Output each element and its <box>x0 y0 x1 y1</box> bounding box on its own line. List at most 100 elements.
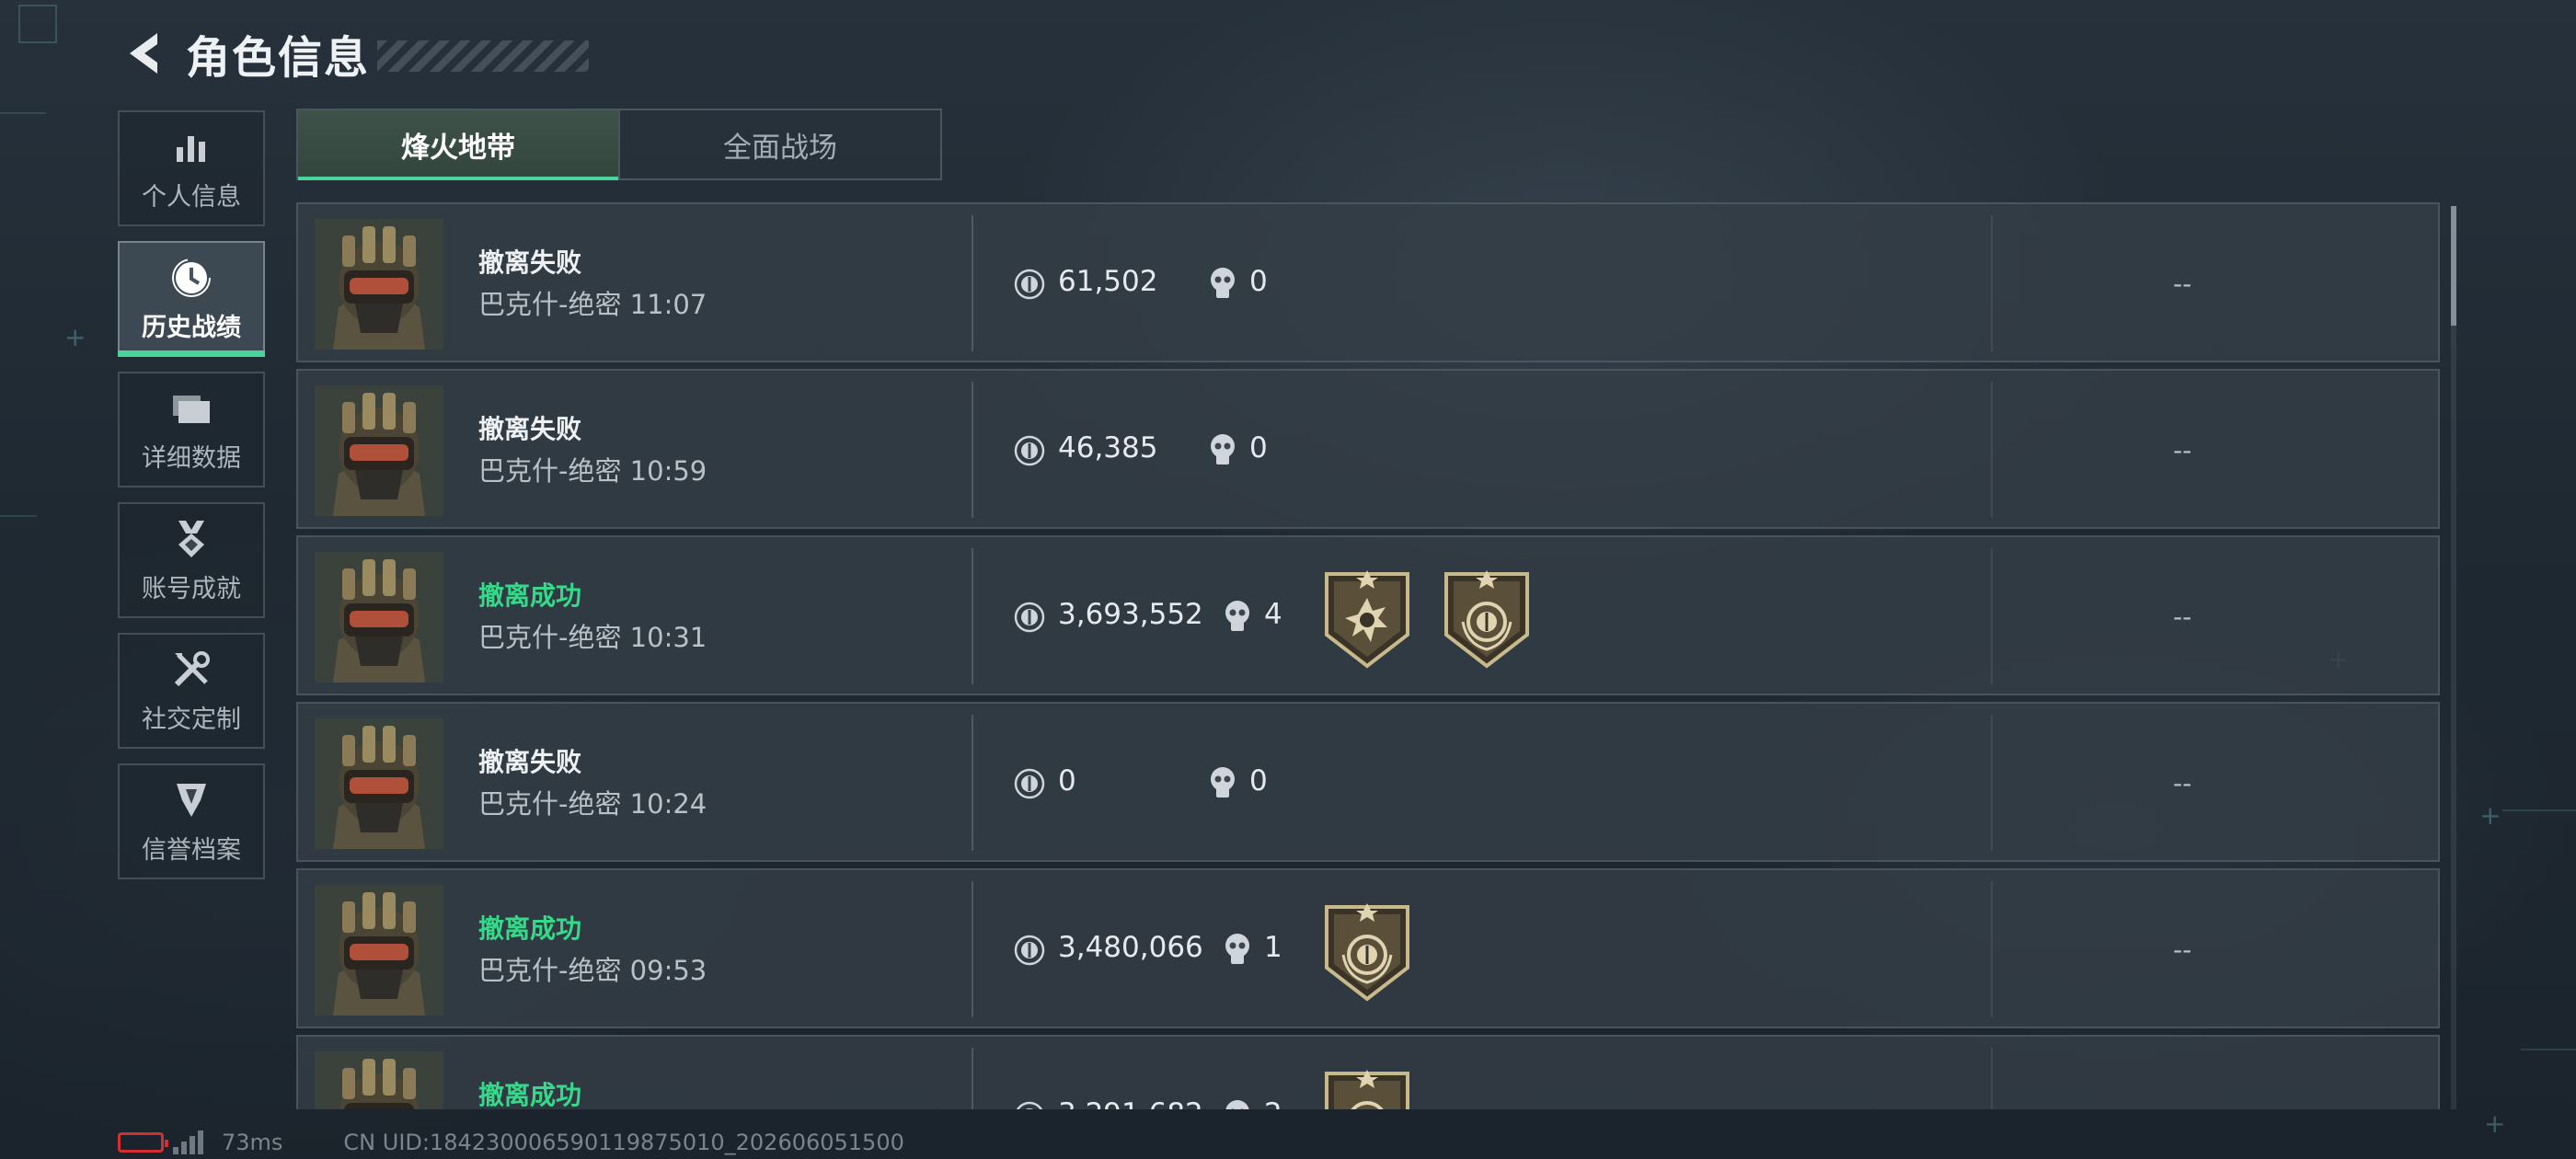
sidebar-item-label: 社交定制 <box>142 705 241 734</box>
divider <box>1991 1048 1993 1109</box>
sidebar-item-label: 信誉档案 <box>142 835 241 865</box>
operator-avatar <box>315 385 443 516</box>
extraction-value: 3,291,682 <box>1058 1097 1203 1109</box>
match-row[interactable]: 撤离成功 巴克什-绝密 10:31 3,693,552 4 -- <box>296 535 2440 695</box>
extraction-value: 61,502 <box>1058 265 1158 298</box>
mode-tabs: 烽火地带 全面战场 <box>296 109 942 180</box>
extra-stat: -- <box>2173 602 2192 632</box>
tab-hazard-zone[interactable]: 烽火地带 <box>298 110 618 180</box>
extraction-result: 撤离失败 <box>478 747 582 777</box>
match-history-list: 撤离失败 巴克什-绝密 11:07 61,502 0 -- 撤离失败 巴克什-绝… <box>296 202 2440 1109</box>
kill-count: 1 <box>1264 931 1282 964</box>
value-coin-icon <box>1014 269 1045 300</box>
operator-avatar <box>315 885 443 1016</box>
map-and-time: 巴克什-绝密 10:59 <box>478 455 707 487</box>
sidebar-item-reputation[interactable]: 信誉档案 <box>118 763 265 879</box>
value-coin-icon <box>1016 1101 1043 1109</box>
extraction-result: 撤离失败 <box>478 247 582 278</box>
medal-icon <box>169 517 213 561</box>
scroll-thumb[interactable] <box>2451 206 2456 326</box>
extraction-result: 撤离成功 <box>478 1080 582 1109</box>
operator-avatar <box>315 718 443 849</box>
map-and-time: 巴克什-绝密 10:31 <box>478 622 707 653</box>
operator-avatar <box>315 1051 443 1109</box>
operator-avatar <box>315 552 443 683</box>
sidebar-item-detailed-data[interactable]: 详细数据 <box>118 372 265 488</box>
signal-icon <box>173 1130 203 1154</box>
extraction-value: 3,693,552 <box>1058 598 1203 631</box>
skull-kill-icon <box>1211 767 1235 798</box>
title-decoration <box>377 40 590 72</box>
sidebar-item-match-history[interactable]: 历史战绩 <box>118 241 265 357</box>
battery-icon <box>118 1132 168 1153</box>
divider <box>972 1048 973 1109</box>
map-and-time: 巴克什-绝密 11:07 <box>478 289 707 320</box>
shield-rank-icon <box>169 778 213 822</box>
skull-kill-icon <box>1211 268 1235 298</box>
divider <box>972 548 973 684</box>
coin-badge-icon <box>1325 1070 1409 1109</box>
divider <box>1991 382 1993 518</box>
value-coin-icon <box>1014 602 1045 633</box>
kill-count: 4 <box>1264 598 1282 631</box>
extraction-value: 46,385 <box>1058 431 1158 465</box>
status-footer: 73ms CN UID:18423000659011987501​0_20260… <box>118 1130 904 1155</box>
value-coin-icon <box>1014 935 1045 966</box>
uid-label: CN UID:18423000659011987501​0_2026060515… <box>343 1130 904 1155</box>
extraction-result: 撤离成功 <box>478 913 582 944</box>
match-row[interactable]: 撤离失败 巴克什-绝密 10:24 0 0 -- <box>296 702 2440 862</box>
page-title: 角色信息 <box>186 32 371 84</box>
map-and-time: 巴克什-绝密 10:24 <box>478 788 707 820</box>
extra-stat: -- <box>2173 935 2192 965</box>
clock-history-icon <box>169 256 213 300</box>
divider <box>1991 215 1993 351</box>
back-button[interactable] <box>118 26 166 81</box>
match-row[interactable]: 撤离失败 巴克什-绝密 10:59 46,385 0 -- <box>296 369 2440 529</box>
skull-kill-icon <box>1211 434 1235 465</box>
extraction-result: 撤离成功 <box>478 580 582 611</box>
sidebar-item-label: 详细数据 <box>142 443 241 473</box>
operator-avatar <box>315 219 443 350</box>
sidebar: 个人信息 历史战绩 详细数据 账号成就 社交定制 信誉档案 <box>118 110 265 894</box>
value-coin-icon <box>1014 435 1045 466</box>
sidebar-item-label: 历史战绩 <box>142 313 241 342</box>
bar-chart-icon <box>169 125 213 169</box>
extraction-value: 0 <box>1058 764 1076 798</box>
extra-stat: -- <box>2173 269 2192 299</box>
value-coin-icon <box>1014 768 1045 799</box>
match-row[interactable]: 撤离成功 巴克什-绝密 09:53 3,480,066 1 -- <box>296 868 2440 1028</box>
map-and-time: 巴克什-绝密 09:53 <box>478 955 707 986</box>
match-row[interactable]: 撤离成功 3,291,682 2 <box>296 1035 2440 1109</box>
kill-count: 0 <box>1249 431 1268 465</box>
sidebar-item-achievements[interactable]: 账号成就 <box>118 502 265 618</box>
match-row[interactable]: 撤离失败 巴克什-绝密 11:07 61,502 0 -- <box>296 202 2440 362</box>
sidebar-item-label: 账号成就 <box>142 574 241 603</box>
kill-count: 0 <box>1249 764 1268 798</box>
divider <box>1991 548 1993 684</box>
divider <box>972 715 973 851</box>
divider <box>1991 715 1993 851</box>
coin-badge-icon <box>1325 903 1409 1002</box>
divider <box>972 215 973 351</box>
sidebar-item-personal-info[interactable]: 个人信息 <box>118 110 265 226</box>
extra-stat: -- <box>2173 768 2192 798</box>
skull-kill-icon <box>1225 1100 1249 1109</box>
tab-full-battlefield[interactable]: 全面战场 <box>618 110 940 178</box>
ping-readout: 73ms <box>222 1130 283 1155</box>
sidebar-item-social[interactable]: 社交定制 <box>118 633 265 749</box>
folder-icon <box>169 386 213 430</box>
divider <box>972 382 973 518</box>
coin-badge-icon <box>1444 570 1529 669</box>
extra-stat: -- <box>2173 435 2192 465</box>
back-arrow-icon <box>130 33 157 74</box>
page-header: 角色信息 <box>118 24 590 84</box>
divider <box>972 881 973 1017</box>
skull-badge-icon <box>1325 570 1409 669</box>
tools-icon <box>169 648 213 692</box>
divider <box>1991 881 1993 1017</box>
kill-count: 2 <box>1264 1097 1282 1109</box>
extraction-result: 撤离失败 <box>478 414 582 444</box>
extraction-value: 3,480,066 <box>1058 931 1203 964</box>
kill-count: 0 <box>1249 265 1268 298</box>
list-scrollbar[interactable] <box>2451 206 2456 1109</box>
